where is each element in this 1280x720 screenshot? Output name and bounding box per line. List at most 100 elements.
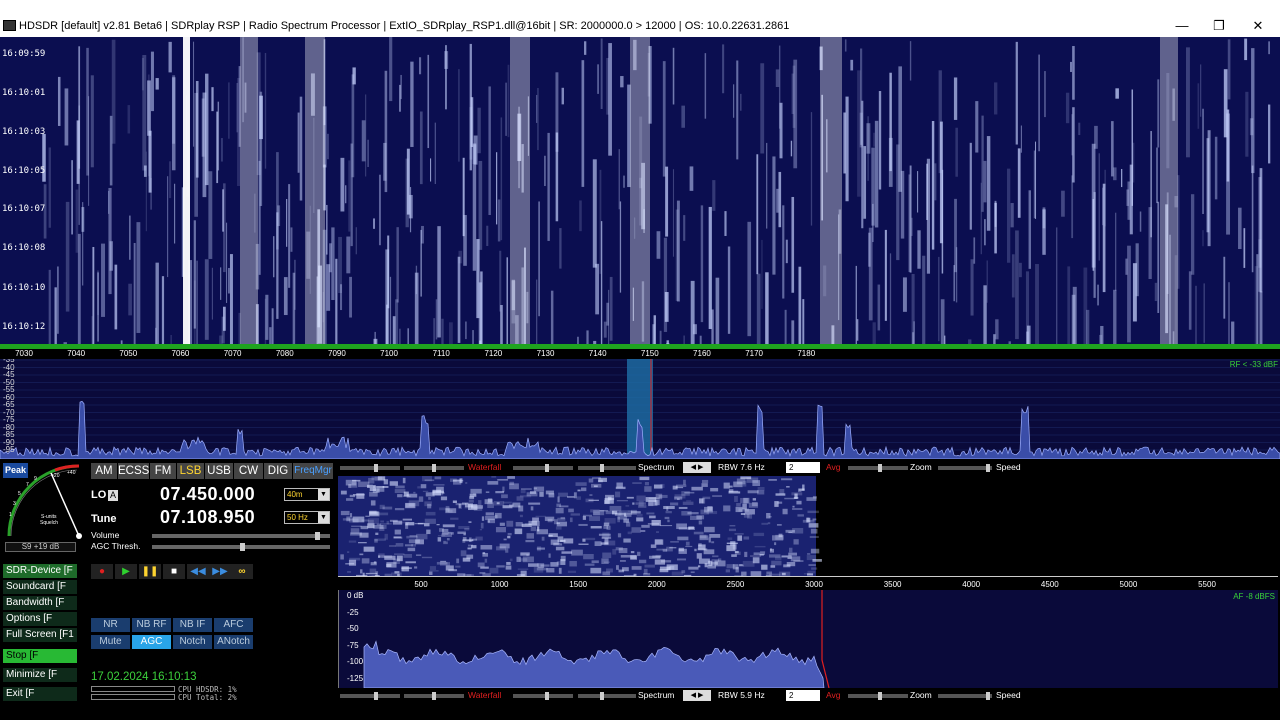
- spectrum-label: Spectrum: [638, 462, 675, 472]
- agc-threshold-knob[interactable]: [240, 543, 245, 551]
- af-avg-select[interactable]: 2: [786, 690, 820, 701]
- waterfall-slider-2[interactable]: [404, 464, 464, 472]
- window-title: HDSDR [default] v2.81 Beta6 | SDRplay RS…: [19, 20, 790, 32]
- lo-lock-tag[interactable]: A: [108, 490, 118, 501]
- slider-knob[interactable]: [545, 464, 549, 472]
- slider-knob[interactable]: [878, 464, 882, 472]
- zoom-slider-1[interactable]: [848, 464, 908, 472]
- loop-icon[interactable]: ∞: [231, 564, 253, 579]
- slider-knob[interactable]: [986, 692, 990, 700]
- chevron-down-icon[interactable]: ▼: [318, 489, 329, 500]
- side-button[interactable]: Minimize [F: [3, 668, 77, 682]
- af-spectrum-arrows[interactable]: ◀ ▶: [683, 690, 711, 701]
- dsp-button-anotch[interactable]: ANotch: [214, 635, 253, 649]
- dsp-button-notch[interactable]: Notch: [173, 635, 212, 649]
- zoom-label: Zoom: [910, 462, 932, 472]
- af-waterfall-slider-2[interactable]: [404, 692, 464, 700]
- chevron-down-icon[interactable]: ▼: [318, 512, 329, 523]
- dsp-button-nb-if[interactable]: NB IF: [173, 618, 212, 632]
- rf-spectrum[interactable]: -35 -40 -45 -50 -55 -60 -65 -70 -75 -80 -85 -90 -95 …: [0, 359, 1280, 459]
- mode-button-lsb[interactable]: LSB: [177, 463, 204, 479]
- af-level-label: AF -8 dBFS: [1233, 592, 1275, 601]
- rf-spectrum-graphic: [0, 359, 1280, 459]
- waterfall-time-label: 16:10:03: [2, 127, 46, 137]
- play-icon[interactable]: ▶: [115, 564, 137, 579]
- cpu-total-bar: [91, 694, 175, 700]
- close-button[interactable]: ✕: [1248, 18, 1268, 34]
- side-button[interactable]: Soundcard [F: [3, 580, 77, 594]
- fast-forward-icon[interactable]: ▶▶: [209, 564, 231, 579]
- frequency-tick-label: 7080: [275, 349, 294, 358]
- spectrum-arrows[interactable]: ◀ ▶: [683, 462, 711, 473]
- mode-button-usb[interactable]: USB: [205, 463, 233, 479]
- step-select[interactable]: 50 Hz ▼: [284, 511, 330, 524]
- spectrum-slider-1[interactable]: [513, 464, 573, 472]
- af-spectrum-slider-1[interactable]: [513, 692, 573, 700]
- waterfall-time-label: 16:10:07: [2, 204, 46, 214]
- slider-knob[interactable]: [545, 692, 549, 700]
- avg-select[interactable]: 2: [786, 462, 820, 473]
- slider-knob[interactable]: [432, 464, 436, 472]
- af-zoom-slider[interactable]: [848, 692, 908, 700]
- rewind-icon[interactable]: ◀◀: [187, 564, 209, 579]
- af-db-label: -25: [347, 607, 359, 617]
- spectrum-slider-2[interactable]: [578, 464, 636, 472]
- slider-knob[interactable]: [878, 692, 882, 700]
- af-waterfall-slider-1[interactable]: [340, 692, 400, 700]
- slider-knob[interactable]: [600, 464, 604, 472]
- rf-frequency-scale[interactable]: 7030 7040 7050 7060 7070 7080 7090 7100 7110 7120…: [0, 344, 1280, 359]
- record-icon[interactable]: ●: [91, 564, 113, 579]
- svg-text:1: 1: [9, 512, 12, 518]
- cpu-total-label: CPU Total: 2%: [178, 693, 237, 702]
- mode-button-dig[interactable]: DIG: [264, 463, 292, 479]
- dsp-button-agc-med[interactable]: AGC Med: [132, 635, 171, 649]
- side-button[interactable]: Options [F: [3, 612, 77, 626]
- dsp-button-mute[interactable]: Mute: [91, 635, 130, 649]
- minimize-button[interactable]: —: [1172, 18, 1192, 34]
- slider-knob[interactable]: [986, 464, 990, 472]
- af-frequency-tick-label: 5000: [1119, 580, 1138, 589]
- side-button[interactable]: Exit [F: [3, 687, 77, 701]
- volume-slider-knob[interactable]: [315, 532, 320, 540]
- speed-slider[interactable]: [938, 464, 992, 472]
- slider-knob[interactable]: [374, 692, 378, 700]
- waterfall-slider-1[interactable]: [340, 464, 400, 472]
- mode-button-ecss[interactable]: ECSS: [118, 463, 149, 479]
- band-select[interactable]: 40m ▼: [284, 488, 330, 501]
- rf-waterfall[interactable]: 16:09:59 16:10:01 16:10:03 16:10:05 16:10:07…: [0, 37, 1280, 344]
- af-spectrum[interactable]: 0 dB -25 -50 -75 -100 -125 AF -8 dBFS: [338, 590, 1278, 688]
- af-speed-slider[interactable]: [938, 692, 992, 700]
- pause-icon[interactable]: ❚❚: [139, 564, 161, 579]
- agc-threshold-slider[interactable]: [152, 543, 330, 551]
- frequency-tick-label: 7110: [432, 349, 450, 358]
- restore-button[interactable]: ❐: [1209, 18, 1229, 34]
- af-spectrum-slider-2[interactable]: [578, 692, 636, 700]
- af-speed-label: Speed: [996, 690, 1021, 700]
- side-button[interactable]: SDR-Device [F: [3, 564, 77, 578]
- agc-threshold-label: AGC Thresh.: [91, 541, 141, 551]
- mode-button-cw[interactable]: CW: [234, 463, 263, 479]
- frequency-tick-label: 7050: [119, 349, 138, 358]
- dsp-button-nr[interactable]: NR: [91, 618, 130, 632]
- af-waterfall[interactable]: [338, 476, 1278, 576]
- mode-button-fm[interactable]: FM: [150, 463, 176, 479]
- waterfall-time-label: 16:10:01: [2, 88, 46, 98]
- mode-button-am[interactable]: AM: [91, 463, 117, 479]
- side-button[interactable]: Full Screen [F1: [3, 628, 77, 642]
- volume-slider[interactable]: [152, 532, 330, 540]
- dsp-button-afc[interactable]: AFC: [214, 618, 253, 632]
- slider-knob[interactable]: [432, 692, 436, 700]
- mode-button-freqmgr[interactable]: FreqMgr: [293, 463, 333, 479]
- side-button[interactable]: Stop [F: [3, 649, 77, 663]
- peak-button[interactable]: Peak: [3, 463, 28, 478]
- rf-waterfall-graphic: [42, 37, 1271, 344]
- stop-icon[interactable]: ■: [163, 564, 185, 579]
- lo-frequency[interactable]: 07.450.000: [160, 484, 255, 505]
- waterfall-time-label: 16:10:08: [2, 243, 46, 253]
- side-button[interactable]: Bandwidth [F: [3, 596, 77, 610]
- slider-knob[interactable]: [600, 692, 604, 700]
- tune-frequency[interactable]: 07.108.950: [160, 507, 255, 528]
- slider-knob[interactable]: [374, 464, 378, 472]
- af-waterfall-label: Waterfall: [468, 690, 502, 700]
- dsp-button-nb-rf[interactable]: NB RF: [132, 618, 171, 632]
